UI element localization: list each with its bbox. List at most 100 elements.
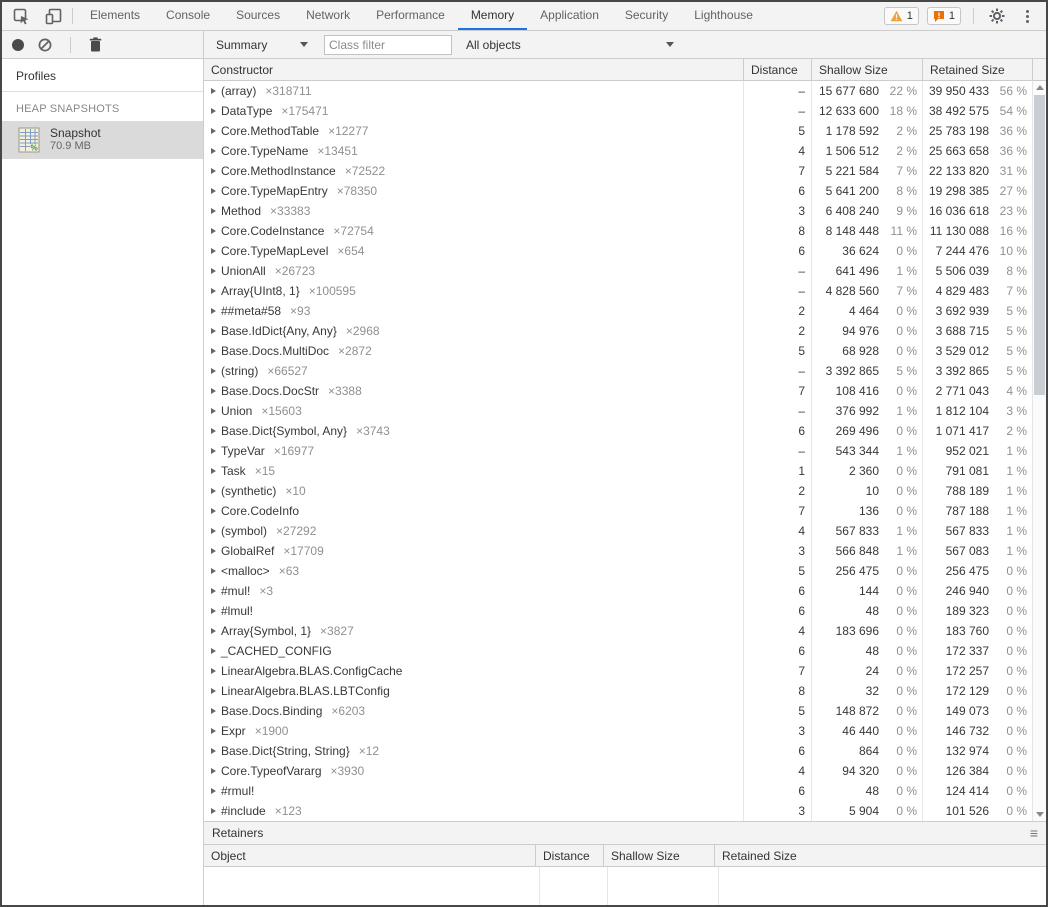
- table-row[interactable]: Core.TypeMapEntry ×78350 6 5 641 200 8 %…: [204, 181, 1033, 201]
- table-row[interactable]: Array{Symbol, 1} ×3827 4 183 696 0 % 183…: [204, 621, 1033, 641]
- warnings-badge[interactable]: 1: [884, 7, 919, 25]
- expand-arrow-icon[interactable]: [211, 688, 216, 694]
- expand-arrow-icon[interactable]: [211, 788, 216, 794]
- settings-gear-icon[interactable]: [986, 5, 1008, 27]
- expand-arrow-icon[interactable]: [211, 328, 216, 334]
- expand-arrow-icon[interactable]: [211, 488, 216, 494]
- table-row[interactable]: Core.MethodInstance ×72522 7 5 221 584 7…: [204, 161, 1033, 181]
- expand-arrow-icon[interactable]: [211, 748, 216, 754]
- column-header-object[interactable]: Object: [204, 845, 536, 866]
- tab-elements[interactable]: Elements: [77, 2, 153, 30]
- tab-application[interactable]: Application: [527, 2, 612, 30]
- column-header-shallow-size[interactable]: Shallow Size: [604, 845, 715, 866]
- tab-security[interactable]: Security: [612, 2, 681, 30]
- table-row[interactable]: LinearAlgebra.BLAS.ConfigCache 7 24 0 % …: [204, 661, 1033, 681]
- table-row[interactable]: (synthetic) ×10 2 10 0 % 788 189 1 %: [204, 481, 1033, 501]
- expand-arrow-icon[interactable]: [211, 248, 216, 254]
- expand-arrow-icon[interactable]: [211, 128, 216, 134]
- table-row[interactable]: DataType ×175471 – 12 633 600 18 % 38 49…: [204, 101, 1033, 121]
- expand-arrow-icon[interactable]: [211, 648, 216, 654]
- expand-arrow-icon[interactable]: [211, 548, 216, 554]
- vertical-scrollbar[interactable]: [1033, 81, 1046, 821]
- inspect-element-icon[interactable]: [10, 5, 32, 27]
- table-row[interactable]: Base.Dict{Symbol, Any} ×3743 6 269 496 0…: [204, 421, 1033, 441]
- expand-arrow-icon[interactable]: [211, 108, 216, 114]
- expand-arrow-icon[interactable]: [211, 708, 216, 714]
- table-row[interactable]: Base.Docs.MultiDoc ×2872 5 68 928 0 % 3 …: [204, 341, 1033, 361]
- expand-arrow-icon[interactable]: [211, 448, 216, 454]
- scroll-down-icon[interactable]: [1033, 808, 1046, 821]
- record-heap-snapshot-button[interactable]: [12, 39, 24, 51]
- expand-arrow-icon[interactable]: [211, 508, 216, 514]
- tab-network[interactable]: Network: [293, 2, 363, 30]
- table-row[interactable]: Array{UInt8, 1} ×100595 – 4 828 560 7 % …: [204, 281, 1033, 301]
- table-row[interactable]: (array) ×318711 – 15 677 680 22 % 39 950…: [204, 81, 1033, 101]
- column-header-constructor[interactable]: Constructor: [204, 59, 744, 80]
- tab-sources[interactable]: Sources: [223, 2, 293, 30]
- expand-arrow-icon[interactable]: [211, 268, 216, 274]
- expand-arrow-icon[interactable]: [211, 408, 216, 414]
- table-row[interactable]: Union ×15603 – 376 992 1 % 1 812 104 3 %: [204, 401, 1033, 421]
- device-toolbar-icon[interactable]: [42, 5, 64, 27]
- perspective-select[interactable]: Summary: [212, 38, 310, 52]
- objects-scope-select[interactable]: All objects: [462, 38, 676, 52]
- expand-arrow-icon[interactable]: [211, 368, 216, 374]
- table-row[interactable]: Method ×33383 3 6 408 240 9 % 16 036 618…: [204, 201, 1033, 221]
- expand-arrow-icon[interactable]: [211, 168, 216, 174]
- expand-arrow-icon[interactable]: [211, 608, 216, 614]
- column-header-retained-size[interactable]: Retained Size: [923, 59, 1033, 80]
- table-row[interactable]: ##meta#58 ×93 2 4 464 0 % 3 692 939 5 %: [204, 301, 1033, 321]
- table-row[interactable]: (symbol) ×27292 4 567 833 1 % 567 833 1 …: [204, 521, 1033, 541]
- table-row[interactable]: #lmul! 6 48 0 % 189 323 0 %: [204, 601, 1033, 621]
- table-row[interactable]: Expr ×1900 3 46 440 0 % 146 732 0 %: [204, 721, 1033, 741]
- table-row[interactable]: LinearAlgebra.BLAS.LBTConfig 8 32 0 % 17…: [204, 681, 1033, 701]
- expand-arrow-icon[interactable]: [211, 588, 216, 594]
- table-row[interactable]: Base.Docs.Binding ×6203 5 148 872 0 % 14…: [204, 701, 1033, 721]
- table-row[interactable]: Task ×15 1 2 360 0 % 791 081 1 %: [204, 461, 1033, 481]
- more-options-icon[interactable]: [1016, 5, 1038, 27]
- table-row[interactable]: Core.CodeInstance ×72754 8 8 148 448 11 …: [204, 221, 1033, 241]
- expand-arrow-icon[interactable]: [211, 628, 216, 634]
- table-row[interactable]: #rmul! 6 48 0 % 124 414 0 %: [204, 781, 1033, 801]
- table-row[interactable]: Base.Dict{String, String} ×12 6 864 0 % …: [204, 741, 1033, 761]
- expand-arrow-icon[interactable]: [211, 528, 216, 534]
- column-header-distance[interactable]: Distance: [536, 845, 604, 866]
- retainers-menu-icon[interactable]: ≡: [1030, 826, 1038, 840]
- table-row[interactable]: #include ×123 3 5 904 0 % 101 526 0 %: [204, 801, 1033, 821]
- scroll-up-icon[interactable]: [1033, 81, 1046, 94]
- tab-console[interactable]: Console: [153, 2, 223, 30]
- tab-performance[interactable]: Performance: [363, 2, 458, 30]
- clear-profiles-icon[interactable]: [38, 38, 52, 52]
- table-row[interactable]: #mul! ×3 6 144 0 % 246 940 0 %: [204, 581, 1033, 601]
- expand-arrow-icon[interactable]: [211, 288, 216, 294]
- column-header-retained-size[interactable]: Retained Size: [715, 845, 1046, 866]
- table-row[interactable]: Base.Docs.DocStr ×3388 7 108 416 0 % 2 7…: [204, 381, 1033, 401]
- table-row[interactable]: _CACHED_CONFIG 6 48 0 % 172 337 0 %: [204, 641, 1033, 661]
- expand-arrow-icon[interactable]: [211, 228, 216, 234]
- table-row[interactable]: Core.TypeName ×13451 4 1 506 512 2 % 25 …: [204, 141, 1033, 161]
- column-header-distance[interactable]: Distance: [744, 59, 812, 80]
- issues-badge[interactable]: 1: [927, 7, 961, 25]
- column-header-shallow-size[interactable]: Shallow Size: [812, 59, 923, 80]
- table-row[interactable]: UnionAll ×26723 – 641 496 1 % 5 506 039 …: [204, 261, 1033, 281]
- expand-arrow-icon[interactable]: [211, 148, 216, 154]
- expand-arrow-icon[interactable]: [211, 808, 216, 814]
- expand-arrow-icon[interactable]: [211, 188, 216, 194]
- expand-arrow-icon[interactable]: [211, 88, 216, 94]
- expand-arrow-icon[interactable]: [211, 668, 216, 674]
- class-filter-input[interactable]: [324, 35, 452, 55]
- scrollbar-thumb[interactable]: [1034, 95, 1045, 395]
- delete-profile-icon[interactable]: [89, 37, 102, 52]
- expand-arrow-icon[interactable]: [211, 308, 216, 314]
- expand-arrow-icon[interactable]: [211, 388, 216, 394]
- table-row[interactable]: Core.TypeMapLevel ×654 6 36 624 0 % 7 24…: [204, 241, 1033, 261]
- tab-memory[interactable]: Memory: [458, 2, 527, 30]
- expand-arrow-icon[interactable]: [211, 428, 216, 434]
- table-row[interactable]: Core.MethodTable ×12277 5 1 178 592 2 % …: [204, 121, 1033, 141]
- expand-arrow-icon[interactable]: [211, 768, 216, 774]
- table-row[interactable]: (string) ×66527 – 3 392 865 5 % 3 392 86…: [204, 361, 1033, 381]
- table-row[interactable]: GlobalRef ×17709 3 566 848 1 % 567 083 1…: [204, 541, 1033, 561]
- expand-arrow-icon[interactable]: [211, 208, 216, 214]
- expand-arrow-icon[interactable]: [211, 568, 216, 574]
- table-row[interactable]: Base.IdDict{Any, Any} ×2968 2 94 976 0 %…: [204, 321, 1033, 341]
